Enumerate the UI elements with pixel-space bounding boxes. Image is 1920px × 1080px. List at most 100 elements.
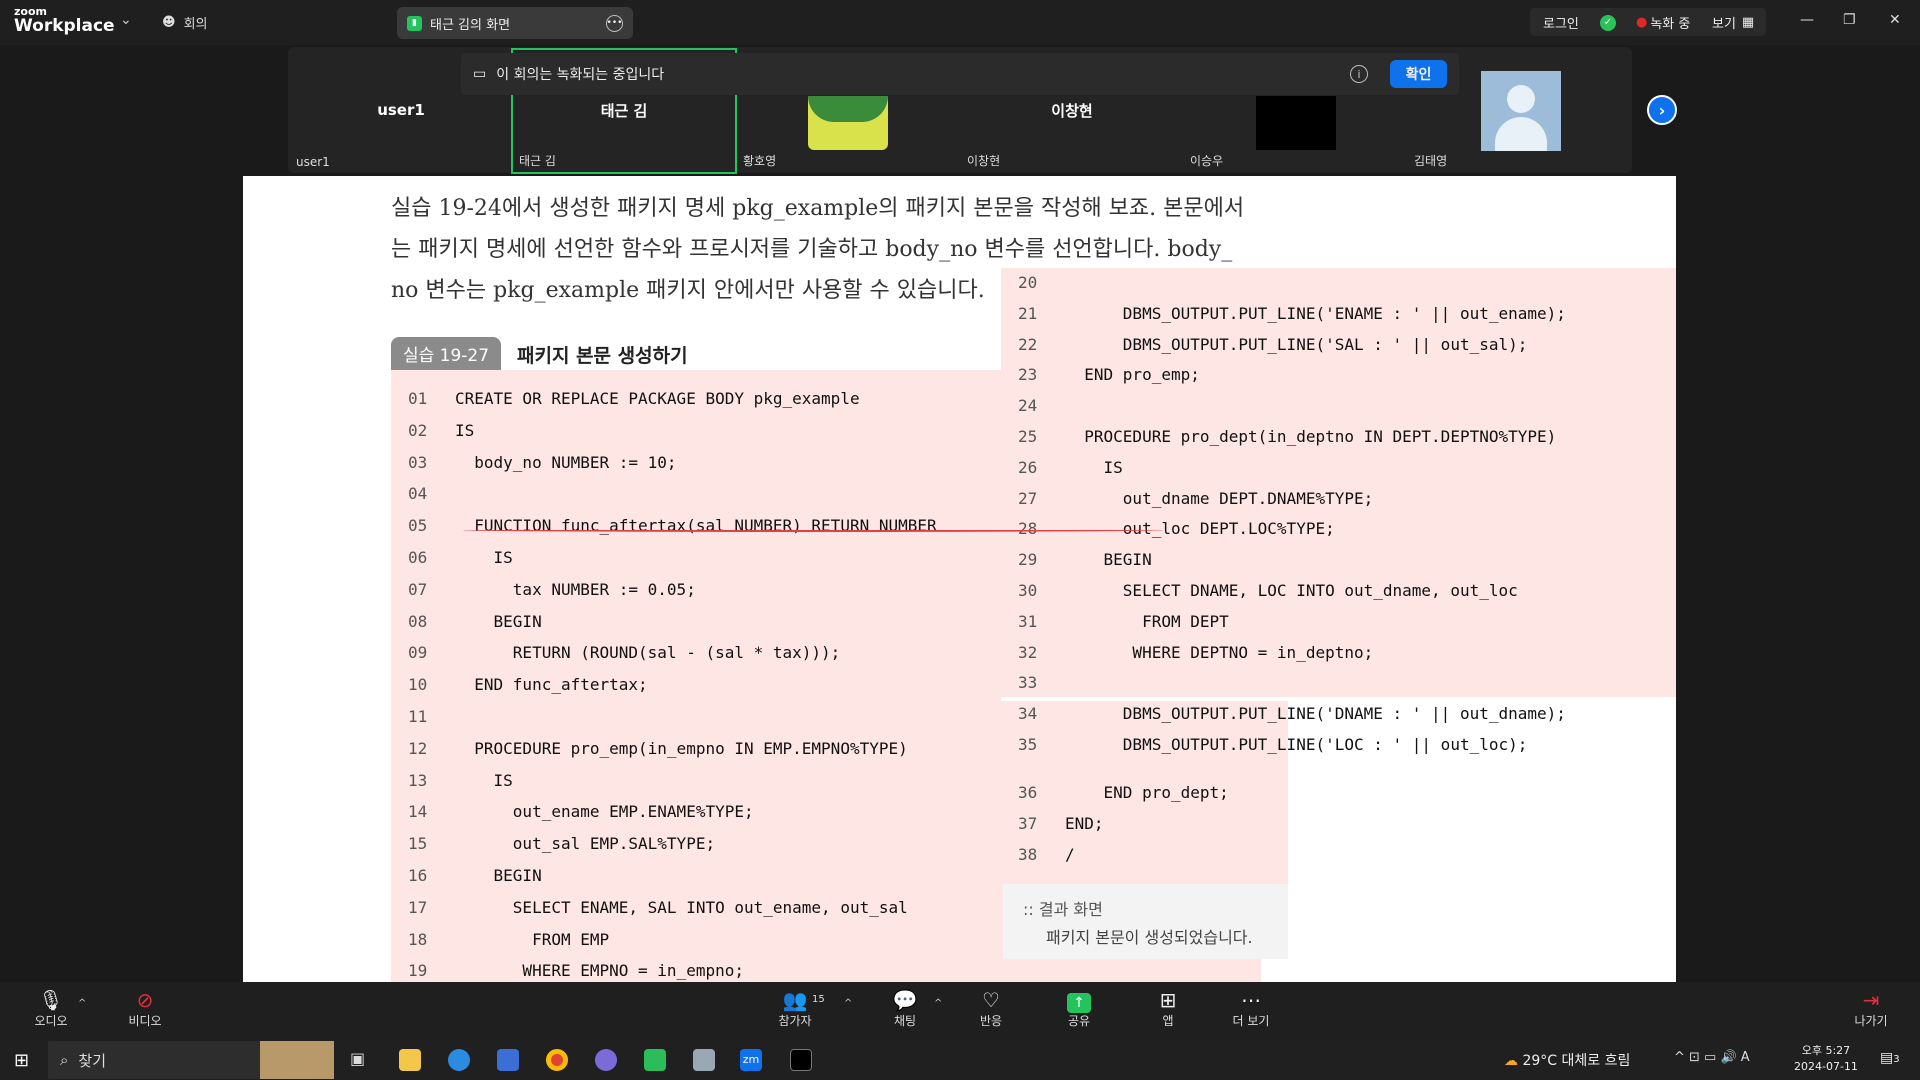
line-number: 23 [1018,365,1038,385]
line-number: 04 [408,484,428,504]
chat-button[interactable]: 💬 채팅 [870,988,940,1029]
more-options-icon[interactable]: ••• [606,14,623,32]
meeting-label: 회의 [183,17,208,32]
line-number: 14 [408,802,428,822]
view-menu[interactable]: 보기 ▦ [1712,0,1754,45]
code-text: DBMS_OUTPUT.PUT_LINE('SAL : ' || out_sal… [1065,334,1528,354]
line-number: 06 [408,548,428,567]
audio-options-icon[interactable]: ^ [78,998,86,1009]
store-icon[interactable] [497,1049,519,1071]
info-icon[interactable]: i [1350,65,1368,83]
code-text: DBMS_OUTPUT.PUT_LINE('LOC : ' || out_loc… [1065,735,1528,754]
line-number: 03 [408,452,428,472]
participant-tile[interactable]: 김태영 [1408,71,1632,172]
record-dot-icon: ● [1636,15,1648,30]
code-text: tax NUMBER := 0.05; [455,579,696,599]
chevron-down-icon[interactable]: ⌄ [120,12,132,28]
people-icon: ☻ [162,15,176,30]
edge-icon[interactable] [448,1049,470,1071]
search-icon: ⌕ [60,1051,69,1069]
participants-options-icon[interactable]: ^ [844,998,852,1009]
camera-icon: ▭ [473,66,487,82]
video-button[interactable]: ⊘ 비디오 [110,988,180,1029]
chrome-icon[interactable] [546,1049,568,1071]
avatar [808,96,888,150]
shared-screen: 실습 19-24에서 생성한 패키지 명세 pkg_example의 패키지 본… [243,176,1676,982]
code-text: IS [1065,457,1123,477]
avatar [1481,71,1561,151]
confirm-button[interactable]: 확인 [1390,60,1447,88]
video-off-icon: ⊘ [136,988,154,1012]
code-text: SELECT DNAME, LOC INTO out_dname, out_lo… [1065,581,1518,600]
search-highlight-image [260,1041,334,1079]
discord-icon[interactable] [595,1049,617,1071]
file-explorer-icon[interactable] [399,1049,421,1071]
screen-share-tab[interactable]: ▮ 태근 김의 화면 ••• [397,7,633,39]
minimize-icon[interactable]: — [1800,12,1814,28]
line-number: 33 [1018,673,1038,693]
share-button[interactable]: ↑ 공유 [1044,988,1114,1029]
line-number: 08 [408,611,428,631]
code-text: DBMS_OUTPUT.PUT_LINE('ENAME : ' || out_e… [1065,303,1566,323]
line-number: 31 [1018,611,1038,631]
media-icon[interactable] [644,1049,666,1071]
line-number: 10 [408,675,428,695]
apps-button[interactable]: ⊞ 앱 [1133,988,1203,1029]
code-text: END func_aftertax; [455,675,648,695]
zoom-taskbar-icon[interactable]: zm [740,1049,762,1071]
code-text: BEGIN [455,866,542,885]
leave-button[interactable]: ⇥ 나가기 [1836,988,1906,1029]
weather-icon: ☁ [1504,1053,1518,1069]
react-button[interactable]: ♡ 반응 [956,988,1026,1029]
participant-tile[interactable]: 이승우 [1184,96,1408,172]
line-number: 26 [1018,457,1038,477]
audio-button[interactable]: 🎙 오디오 [16,988,86,1029]
participant-count: 15 [812,994,825,1005]
code-text: END pro_dept; [1065,783,1229,802]
code-text: CREATE OR REPLACE PACKAGE BODY pkg_examp… [455,389,860,408]
restore-icon[interactable]: ❐ [1843,12,1856,28]
meeting-menu[interactable]: ☻ 회의 [162,13,207,32]
line-number: 35 [1018,735,1038,754]
taskbar-clock[interactable]: 오후 5:27 2024-07-11 [1794,1043,1858,1075]
share-screen-icon: ↑ [1044,988,1114,1013]
line-number: 18 [408,929,428,949]
line-number: 34 [1018,704,1038,724]
body-text-line: 실습 19-24에서 생성한 패키지 명세 pkg_example의 패키지 본… [391,196,1245,221]
line-number: 20 [1018,273,1038,292]
close-icon[interactable]: ✕ [1889,12,1901,28]
task-view-icon[interactable]: ▣ [350,1049,372,1071]
next-page-button[interactable]: › [1647,95,1677,125]
code-text: out_sal EMP.SAL%TYPE; [455,834,716,854]
line-number: 36 [1018,783,1038,802]
code-text: FROM DEPT [1065,611,1229,631]
code-block-right [1001,268,1676,697]
line-number: 27 [1018,488,1038,508]
more-icon: ⋯ [1241,988,1261,1012]
weather-widget[interactable]: ☁ 29°C 대체로 흐림 [1504,1050,1630,1070]
code-text: SELECT ENAME, SAL INTO out_ename, out_sa… [455,897,908,917]
more-button[interactable]: ⋯ 더 보기 [1216,988,1286,1029]
taskbar-search[interactable]: ⌕ 찾기 [48,1041,334,1079]
line-number: 22 [1018,334,1038,354]
exercise-label: 실습 19-27 [391,337,501,370]
tray-icons[interactable]: ^ ⊡ ▭ 🔊 A [1674,1050,1750,1065]
participant-tile[interactable]: 황호영 [737,96,961,172]
chat-options-icon[interactable]: ^ [934,998,942,1009]
body-text-line: 는 패키지 명세에 선언한 함수와 프로시저를 기술하고 body_no 변수를… [391,237,1233,262]
terminal-icon[interactable] [790,1049,812,1071]
zoom-logo: zoom Workplace [14,6,115,35]
line-number: 37 [1018,814,1038,833]
meeting-toolbar: 🎙 오디오 ^ ⊘ 비디오 👥 참가자 15 ^ 💬 채팅 ^ ♡ 반응 ↑ 공유 ⊞ 앱 ⋯… [0,982,1920,1040]
participant-tile[interactable]: 이창현 이창현 [961,96,1183,172]
login-link[interactable]: 로그인 [1543,0,1579,45]
windows-start-icon[interactable]: ⊞ [14,1050,29,1071]
notepad-icon[interactable] [693,1049,715,1071]
notification-icon[interactable]: ▤3 [1880,1050,1900,1066]
code-text: WHERE EMPNO = in_empno; [455,961,744,981]
line-number: 19 [408,961,428,981]
participant-tile[interactable]: user1 user1 [290,96,512,172]
line-number: 01 [408,389,428,408]
code-text: out_dname DEPT.DNAME%TYPE; [1065,488,1374,508]
recording-indicator[interactable]: ● 녹화 중 [1636,0,1690,45]
